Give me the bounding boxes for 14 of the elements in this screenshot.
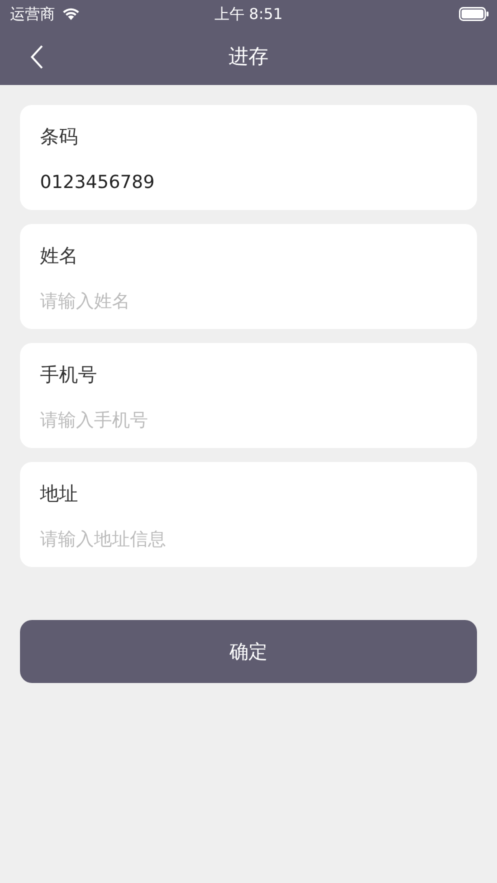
wifi-icon <box>61 7 81 21</box>
field-label: 手机号 <box>40 363 98 388</box>
field-label: 条码 <box>40 125 79 150</box>
field-label: 地址 <box>40 482 79 507</box>
input-field[interactable]: 0123456789 <box>40 169 457 195</box>
input-field[interactable]: 请输入地址信息 <box>40 526 457 552</box>
input-field[interactable]: 请输入姓名 <box>40 288 457 314</box>
carrier-name: 运营商 <box>10 4 55 24</box>
page-title: 进存 <box>228 43 268 70</box>
confirm-button[interactable]: 确定 <box>20 620 477 683</box>
input-field[interactable]: 请输入手机号 <box>40 407 457 433</box>
battery-icon <box>459 7 489 21</box>
field-label: 姓名 <box>40 244 79 269</box>
status-time: 上午 8:51 <box>214 5 283 24</box>
